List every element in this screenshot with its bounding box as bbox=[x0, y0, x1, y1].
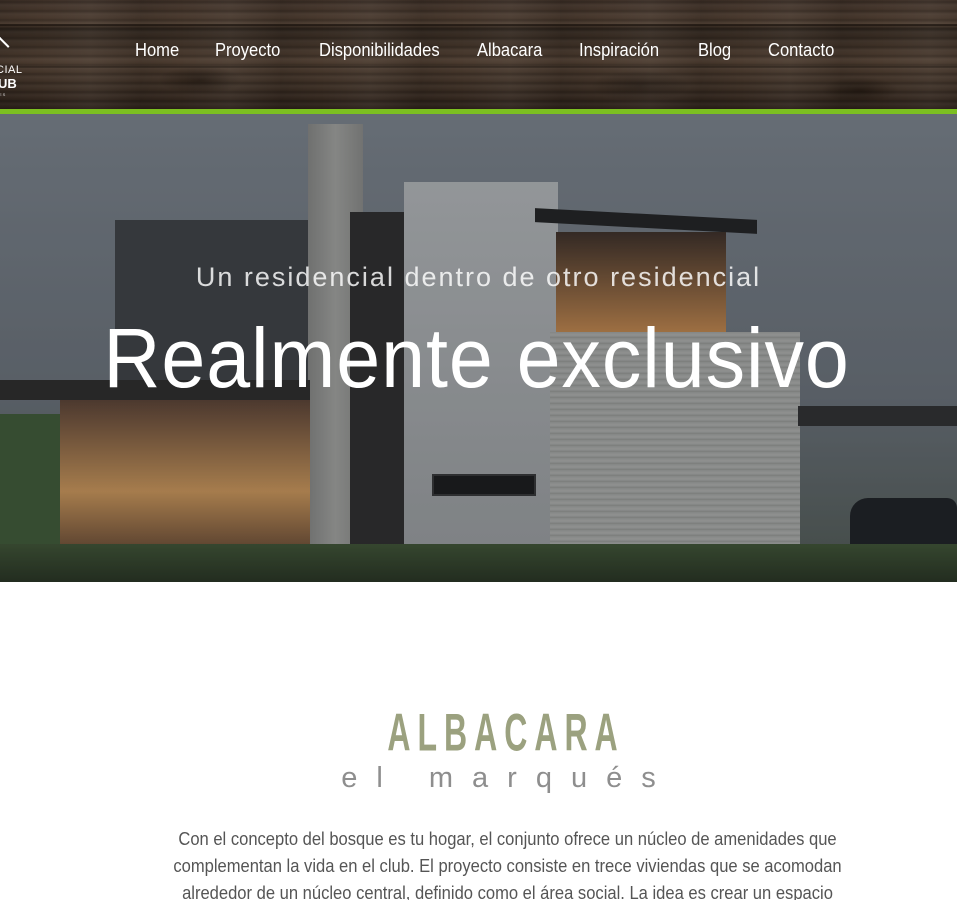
nav-item-albacara[interactable]: Albacara bbox=[477, 40, 542, 61]
hero-title: Realmente exclusivo bbox=[103, 311, 850, 405]
nav-item-proyecto[interactable]: Proyecto bbox=[215, 40, 280, 61]
nav-item-contacto[interactable]: Contacto bbox=[768, 40, 834, 61]
intro-paragraph: Con el concepto del bosque es tu hogar, … bbox=[173, 829, 842, 900]
nav-item-blog[interactable]: Blog bbox=[698, 40, 731, 61]
site-header: CIAL UB ES Home Proyecto Disponibilidade… bbox=[0, 0, 957, 109]
hero-subtitle: Un residencial dentro de otro residencia… bbox=[195, 262, 762, 292]
logo-text-line3: ES bbox=[0, 92, 7, 97]
nav-item-inspiracion[interactable]: Inspiración bbox=[579, 40, 659, 61]
hero-banner: Un residencial dentro de otro residencia… bbox=[0, 114, 957, 582]
nav-item-disponibilidades[interactable]: Disponibilidades bbox=[319, 40, 440, 61]
brand-subtitle: el marqués bbox=[341, 762, 675, 794]
brand-name: ALBACARA bbox=[387, 703, 625, 763]
main-navigation: Home Proyecto Disponibilidades Albacara … bbox=[0, 40, 957, 70]
wood-plank-divider bbox=[0, 24, 957, 26]
logo-text-line2: UB bbox=[0, 76, 17, 91]
nav-item-home[interactable]: Home bbox=[135, 40, 179, 61]
